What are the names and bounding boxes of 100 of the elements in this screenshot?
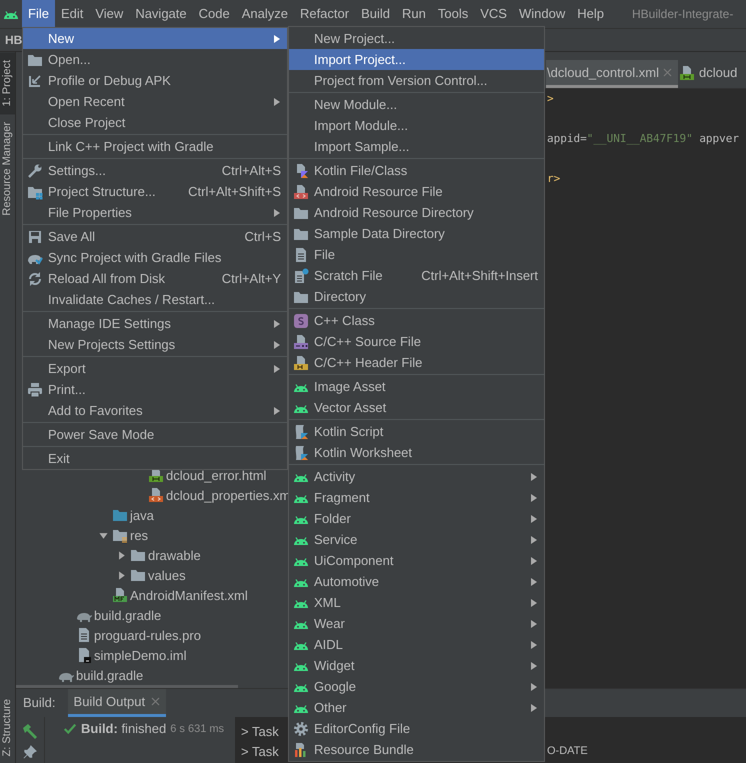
menu-item[interactable]: Sync Project with Gradle Files [23,247,287,268]
menu-item[interactable]: Exit [23,448,287,469]
menu-item[interactable]: Close Project [23,112,287,133]
window-title: HBuilder-Integrate- [632,7,734,21]
menu-item[interactable]: Activity [289,466,544,487]
menu-item[interactable]: Folder [289,508,544,529]
menu-item[interactable]: Open... [23,49,287,70]
menu-item[interactable]: Android Resource Directory [289,202,544,223]
menu-bar-item[interactable]: Navigate [129,0,193,28]
console-line: > Task [241,744,279,759]
menu-item[interactable]: C++ Class [289,310,544,331]
menu-item[interactable]: Settings... Ctrl+Alt+S [23,160,287,181]
editor-tab[interactable]: dcloud [678,60,744,88]
source-file-icon [293,334,309,350]
menu-item[interactable]: Directory [289,286,544,307]
tree-item[interactable]: simpleDemo.iml [16,645,291,666]
menu-item[interactable]: Vector Asset [289,397,544,418]
menu-item[interactable]: AIDL [289,634,544,655]
menu-item[interactable]: Other [289,697,544,718]
tree-item[interactable]: proguard-rules.pro [16,625,291,646]
menu-bar-item[interactable]: Edit [54,0,90,28]
tree-item[interactable]: values [16,565,291,586]
menu-item[interactable]: Invalidate Caches / Restart... [23,289,287,310]
menu-item[interactable]: Export [23,358,287,379]
panel-label: Build: [23,694,56,712]
menu-item[interactable]: EditorConfig File [289,718,544,739]
menu-item[interactable]: Save All Ctrl+S [23,226,287,247]
folder-icon [130,567,146,584]
menu-item[interactable]: Profile or Debug APK [23,70,287,91]
tree-item[interactable]: java [16,505,291,526]
tree-item[interactable]: AndroidManifest.xml [16,585,291,606]
menu-item[interactable]: Service [289,529,544,550]
pin-icon[interactable] [23,745,37,760]
menu-item[interactable]: Link C++ Project with Gradle [23,136,287,157]
menu-item[interactable]: Sample Data Directory [289,223,544,244]
tool-window-tab[interactable]: Z: Structure [0,690,15,763]
editor-tab[interactable]: \dcloud_control.xml [546,60,678,88]
menu-item[interactable]: Add to Favorites [23,400,287,421]
html-file-icon [679,64,695,80]
wrench-icon [27,162,43,178]
menu-item[interactable]: Import Project... [289,49,544,70]
menu-item[interactable]: Manage IDE Settings [23,313,287,334]
menu-bar-item[interactable]: Tools [432,0,474,28]
menu-item[interactable]: C/C++ Header File [289,352,544,373]
tool-window-tab[interactable]: 1: Project [0,52,15,114]
menu-item[interactable]: Print... [23,379,287,400]
menu-item[interactable]: File [289,244,544,265]
menu-item[interactable]: Reload All from Disk Ctrl+Alt+Y [23,268,287,289]
tree-item[interactable]: dcloud_properties.xm [16,485,291,506]
menu-bar-item[interactable]: File [22,0,55,28]
tool-window-tab[interactable]: Resource Manager [0,114,15,224]
menu-item[interactable]: New Module... [289,94,544,115]
menu-item[interactable]: Kotlin Script [289,421,544,442]
menu-item[interactable]: Wear [289,613,544,634]
menu-item[interactable]: Android Resource File [289,181,544,202]
menu-item[interactable]: File Properties [23,202,287,223]
menu-item[interactable]: New Projects Settings [23,334,287,355]
menu-item[interactable]: Scratch File Ctrl+Alt+Shift+Insert [289,265,544,286]
menu-item[interactable]: Google [289,676,544,697]
tree-item[interactable]: drawable [16,545,291,566]
hammer-icon[interactable] [22,723,38,740]
panel-tab[interactable]: Build Output [68,689,166,718]
menu-item[interactable]: Project Structure... Ctrl+Alt+Shift+S [23,181,287,202]
menu-item[interactable]: Kotlin File/Class [289,160,544,181]
menu-bar-item[interactable]: Window [512,0,572,28]
menu-item[interactable]: Automotive [289,571,544,592]
tree-item[interactable]: res [16,525,291,546]
menu-item[interactable]: Project from Version Control... [289,70,544,91]
code-text: r> [547,171,560,187]
menu-item[interactable]: Resource Bundle [289,739,544,760]
menu-item[interactable]: New [23,28,287,49]
menu-item[interactable]: New Project... [289,28,544,49]
build-duration: 6 s 631 ms [170,722,224,735]
menu-item[interactable]: Widget [289,655,544,676]
menu-item[interactable]: Kotlin Worksheet [289,442,544,463]
build-status: Build: finished [81,721,166,736]
menu-item[interactable]: C/C++ Source File [289,331,544,352]
gear-icon [293,720,309,736]
menu-item[interactable]: Fragment [289,487,544,508]
menu-item[interactable]: XML [289,592,544,613]
menu-item[interactable]: Image Asset [289,376,544,397]
menu-item[interactable]: Power Save Mode [23,424,287,445]
menu-item[interactable]: Import Module... [289,115,544,136]
menu-bar-item[interactable]: Analyze [236,0,294,28]
menu-bar-item[interactable]: Build [355,0,396,28]
tree-item[interactable]: build.gradle [16,605,291,626]
menu-item[interactable]: UiComponent [289,550,544,571]
class-icon [293,312,309,328]
corner-arrow-icon [27,72,43,88]
script-icon [293,424,309,440]
menu-bar-item[interactable]: Run [396,0,432,28]
menu-bar-item[interactable]: Code [192,0,236,28]
tree-item[interactable]: build.gradle [16,665,291,686]
menu-bar-item[interactable]: Refactor [294,0,356,28]
menu-bar-item[interactable]: Help [571,0,610,28]
menu-item[interactable]: Import Sample... [289,136,544,157]
check-icon [63,722,77,736]
menu-item[interactable]: Open Recent [23,91,287,112]
menu-bar-item[interactable]: View [89,0,130,28]
menu-bar-item[interactable]: VCS [474,0,513,28]
